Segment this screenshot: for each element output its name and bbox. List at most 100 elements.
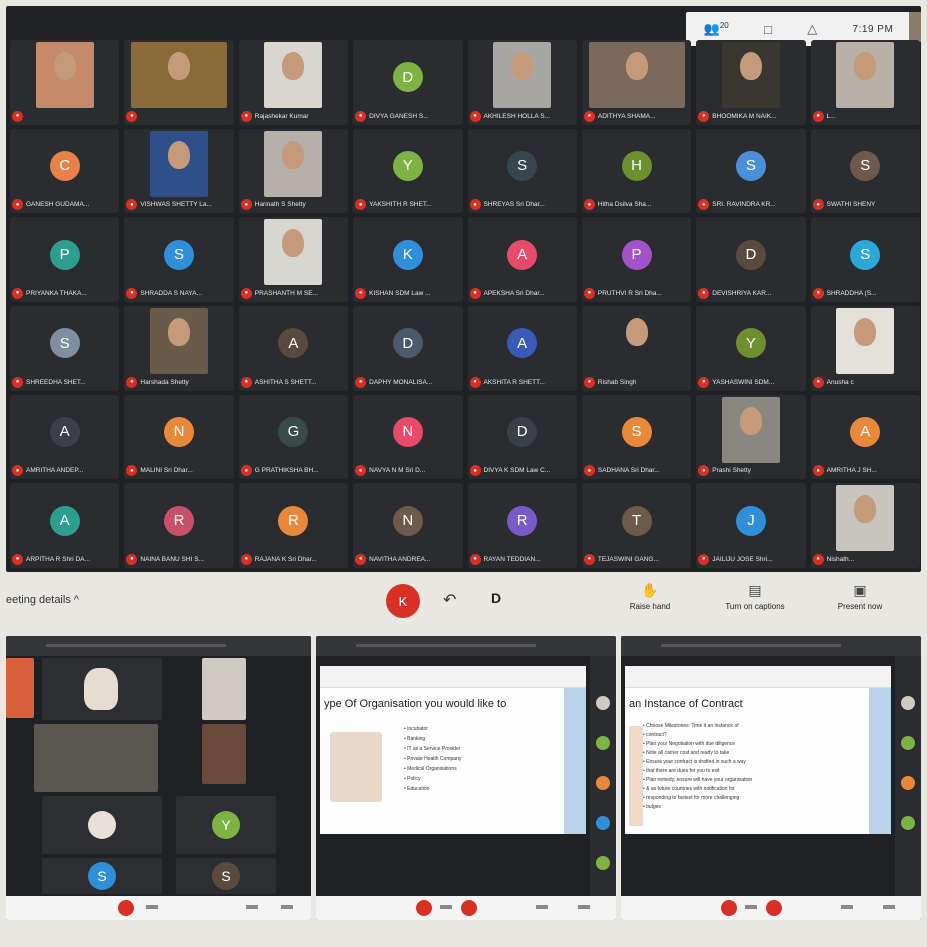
- participant-name-row: ● DIVYA K SDM Law C...: [468, 465, 577, 477]
- participant-tile[interactable]: ●: [10, 40, 120, 125]
- participant-tile[interactable]: Y ● YASHASWINI SDM...: [696, 305, 806, 391]
- participant-name: JAILIJU JOSE Shri...: [712, 555, 773, 563]
- participant-name-row: ● Harshada Shetty: [124, 376, 233, 388]
- activities-icon[interactable]: △: [807, 21, 817, 37]
- participant-tile[interactable]: R ● RAYAN TEDDIAN...: [467, 483, 577, 568]
- slide-ribbon: [320, 666, 586, 688]
- participant-tile[interactable]: S ● SHREEDHA SHET...: [10, 305, 120, 391]
- participant-tile[interactable]: ● L...: [810, 40, 920, 125]
- present-icon[interactable]: D: [491, 590, 501, 606]
- participant-name: Hitha Dsilva Sha...: [597, 201, 652, 209]
- participant-tile[interactable]: R ● NAINA BANU SHI S...: [124, 483, 234, 568]
- participant-tile[interactable]: S ● SADHANA Sri Dhar...: [581, 394, 692, 480]
- participant-tile[interactable]: ● Rajashekar Kumar: [238, 40, 349, 125]
- participant-tile[interactable]: ● PRASHANTH M SE...: [238, 217, 349, 302]
- participant-tile[interactable]: T ● TEJASWINI GANG...: [581, 483, 692, 568]
- end-call-button[interactable]: [766, 900, 782, 916]
- participant-tile[interactable]: C ● GANESH GUDAMA...: [10, 128, 120, 214]
- participant-tile[interactable]: R ● RAJANA K Sri Dhar...: [238, 483, 349, 568]
- participant-tile[interactable]: A ● AKSHITA R SHETT...: [467, 305, 577, 391]
- mic-off-icon: ●: [583, 465, 595, 477]
- participant-tile[interactable]: S ● SWATHI SHENY: [810, 128, 920, 214]
- participant-name-row: ● ASHITHA S SHETT...: [239, 376, 348, 388]
- participant-tile[interactable]: D ● DAPHY MONALISA...: [353, 305, 463, 391]
- control-icon[interactable]: [536, 905, 548, 909]
- participant-avatar: S: [88, 862, 116, 890]
- mic-off-icon: ●: [698, 287, 710, 299]
- mic-off-icon: ●: [126, 110, 138, 122]
- end-call-button[interactable]: [721, 900, 737, 916]
- participant-avatar: C: [49, 150, 80, 181]
- participant-video: [35, 42, 94, 108]
- raise-hand-button[interactable]: ✋ Raise hand: [610, 582, 690, 611]
- participant-tile[interactable]: H ● Hitha Dsilva Sha...: [581, 128, 692, 214]
- participant-tile[interactable]: A ● AMRITHA J SH...: [810, 394, 920, 480]
- captions-button[interactable]: ▤ Turn on captions: [715, 582, 795, 611]
- control-icon[interactable]: [246, 905, 258, 909]
- participant-name-row: ● SRI. RAVINDRA KR...: [696, 199, 805, 211]
- participant-tile[interactable]: ● Harinath S Shetty: [238, 128, 349, 214]
- participant-tile[interactable]: ● AKHILESH HOLLA S...: [467, 40, 577, 125]
- participant-tile[interactable]: K ● KISHAN SDM Law ...: [353, 217, 463, 302]
- end-call-button[interactable]: K: [386, 584, 420, 618]
- participant-avatar: D: [735, 239, 766, 270]
- video-tile: S: [176, 858, 276, 894]
- control-icon[interactable]: [883, 905, 895, 909]
- participant-tile[interactable]: P ● PRIYANKA THAKA...: [10, 217, 120, 302]
- control-icon[interactable]: [578, 905, 590, 909]
- participant-tile[interactable]: N ● MALINI Sri Dhar...: [124, 394, 234, 480]
- participant-tile[interactable]: A ● ARPITHA R Shri DA...: [10, 483, 120, 568]
- participant-tile[interactable]: N ● NAVYA N M Sri D...: [353, 394, 463, 480]
- control-icon[interactable]: [841, 905, 853, 909]
- participant-tile[interactable]: S ● SRI. RAVINDRA KR...: [696, 128, 806, 214]
- control-icon[interactable]: [745, 905, 757, 909]
- participant-tile[interactable]: S ● SHREYAS Sri Dhar...: [467, 128, 577, 214]
- control-icon[interactable]: [281, 905, 293, 909]
- self-view-thumbnail[interactable]: [909, 12, 921, 42]
- participant-tile[interactable]: D ● DIVYA GANESH S...: [353, 40, 463, 125]
- clock-time: 7:19 PM: [852, 23, 894, 35]
- participant-tile[interactable]: A ● APEKSHA Sri Dhar...: [467, 217, 577, 302]
- participant-strip: [895, 656, 921, 896]
- participant-tile[interactable]: ● BHOOMIKA M NAIK...: [696, 40, 806, 125]
- participant-avatar: A: [507, 239, 538, 270]
- panel-2-controls: [316, 896, 616, 920]
- participant-avatar: S: [735, 150, 766, 181]
- participant-tile[interactable]: ● Anusha c: [810, 305, 920, 391]
- participant-name-row: ●: [124, 110, 233, 122]
- participant-tile[interactable]: ● Harshada Shetty: [124, 305, 234, 391]
- participant-tile[interactable]: D ● DIVYA K SDM Law C...: [467, 394, 577, 480]
- participant-tile[interactable]: Y ● YAKSHITH R SHET...: [353, 128, 463, 214]
- participant-tile[interactable]: A ● AMRITHA ANDEP...: [10, 394, 120, 480]
- participant-tile[interactable]: ● VISHWAS SHETTY La...: [124, 128, 234, 214]
- participant-tile[interactable]: ● Nishath...: [810, 483, 920, 568]
- rotate-icon[interactable]: ↶: [443, 590, 456, 610]
- end-call-button[interactable]: [416, 900, 432, 916]
- meeting-details-button[interactable]: eeting details ^: [6, 594, 79, 606]
- slide-title: an Instance of Contract: [629, 698, 743, 710]
- participant-tile[interactable]: N ● NAVITHA ANDREA...: [353, 483, 463, 568]
- people-button[interactable]: 👥20: [704, 21, 729, 37]
- participant-tile[interactable]: ● Prashi Shetty: [696, 394, 806, 480]
- participant-tile[interactable]: ● ADITHYA SHAMA...: [581, 40, 692, 125]
- slide-bullet-list: Incubator Banking IT as a Service Provid…: [404, 724, 461, 794]
- participant-tile[interactable]: G ● G PRATHIKSHA BH...: [238, 394, 349, 480]
- participant-tile[interactable]: ●: [124, 40, 234, 125]
- participant-tile[interactable]: S ● SHRADDA S NAYA...: [124, 217, 234, 302]
- participant-tile[interactable]: P ● PRUTHVI R Sri Dha...: [581, 217, 692, 302]
- control-icon[interactable]: [146, 905, 158, 909]
- participant-video: [836, 485, 895, 552]
- participant-tile[interactable]: D ● DEVISHRIYA KAR...: [696, 217, 806, 302]
- participant-name: Harshada Shetty: [140, 378, 189, 386]
- control-icon[interactable]: [440, 905, 452, 909]
- participant-tile[interactable]: A ● ASHITHA S SHETT...: [238, 305, 349, 391]
- mic-off-icon: ●: [698, 110, 710, 122]
- participant-tile[interactable]: J ● JAILIJU JOSE Shri...: [696, 483, 806, 568]
- end-call-button[interactable]: [461, 900, 477, 916]
- participant-tile[interactable]: S ● SHRADDHA (S...: [810, 217, 920, 302]
- chat-icon[interactable]: □: [764, 22, 772, 37]
- participant-tile[interactable]: ● Rishab Singh: [581, 305, 692, 391]
- present-now-button[interactable]: ▣ Present now: [820, 582, 900, 611]
- participant-video: [607, 307, 666, 374]
- end-call-button[interactable]: [118, 900, 134, 916]
